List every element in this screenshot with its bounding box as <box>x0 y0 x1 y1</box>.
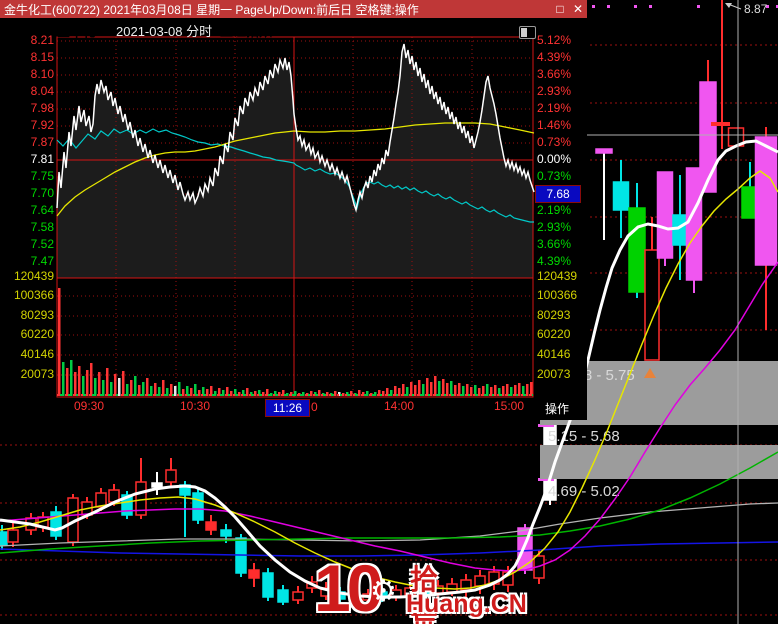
volume-axis-label: 120439 <box>13 269 54 283</box>
volume-axis-label-right: 40146 <box>537 347 571 361</box>
price-axis-label: 8.15 <box>30 50 54 64</box>
volume-axis-label: 20073 <box>20 367 54 381</box>
volume-axis-label: 60220 <box>20 327 54 341</box>
time-axis-label: 10:30 <box>180 399 211 413</box>
price-zone-label: 5.15 - 5.68 <box>548 428 620 445</box>
price-axis-label: 7.81 <box>30 152 54 166</box>
volume-axis-label: 100366 <box>13 288 54 302</box>
panel-toggle-icon[interactable] <box>519 26 536 39</box>
percent-axis-label: 3.66% <box>537 237 572 251</box>
price-axis-label: 7.92 <box>30 118 54 132</box>
volume-axis-label-right: 60220 <box>537 327 571 341</box>
price-axis-label: 7.52 <box>30 237 54 251</box>
volume-axis-label-right: 100366 <box>537 288 578 302</box>
overlay-index-label[interactable]: 上证指数 <box>220 21 272 40</box>
watermark-domain: Huang.CN <box>406 590 527 618</box>
volume-axis-label-right: 120439 <box>537 269 578 283</box>
volume-axis-label-right: 80293 <box>537 308 571 322</box>
percent-axis-label: 2.19% <box>537 203 572 217</box>
percent-axis-label: 0.73% <box>537 135 572 149</box>
volume-axis-label: 80293 <box>20 308 54 322</box>
percent-axis-label: 2.19% <box>537 101 572 115</box>
price-axis-label: 7.87 <box>30 135 54 149</box>
price-axis-label: 7.64 <box>30 203 54 217</box>
time-cursor-tag: 11:26 <box>265 399 310 417</box>
intraday-window: 金牛化工(600722) 2021年03月08日 星期一 PageUp/Down… <box>0 0 587 420</box>
time-axis-label: 15:00 <box>494 399 525 413</box>
close-button[interactable]: ✕ <box>569 2 587 16</box>
percent-axis-label: 4.39% <box>537 254 572 268</box>
price-axis-label: 8.04 <box>30 84 54 98</box>
price-axis-label: 8.21 <box>30 33 54 47</box>
volume-axis-label: 40146 <box>20 347 54 361</box>
percent-axis-label: 3.66% <box>537 67 572 81</box>
current-price-tag: 7.68 <box>535 185 581 203</box>
price-axis-label: 7.58 <box>30 220 54 234</box>
time-label-partial: 0 <box>311 400 318 414</box>
title-bar[interactable]: 金牛化工(600722) 2021年03月08日 星期一 PageUp/Down… <box>0 0 587 18</box>
price-axis-label: 7.75 <box>30 169 54 183</box>
chart-date-period: 2021-03-08 分时 <box>116 24 213 39</box>
intraday-chart <box>56 36 535 398</box>
percent-axis-label: 0.73% <box>537 169 572 183</box>
percent-axis-label: 2.93% <box>537 84 572 98</box>
day-high-label: 8.87 <box>744 2 768 16</box>
price-axis-label: 8.10 <box>30 67 54 81</box>
time-axis-label: 09:30 <box>74 399 105 413</box>
action-menu-label[interactable]: 操作 <box>545 400 569 417</box>
volume-axis-label-right: 20073 <box>537 367 571 381</box>
percent-axis-label: 2.93% <box>537 220 572 234</box>
percent-axis-label: 5.12% <box>537 33 572 47</box>
percent-axis-label: 4.39% <box>537 50 572 64</box>
price-axis-label: 7.98 <box>30 101 54 115</box>
window-title: 金牛化工(600722) 2021年03月08日 星期一 PageUp/Down… <box>4 2 419 17</box>
stock-name: 金牛化工 <box>57 24 110 39</box>
time-axis-label: 14:00 <box>384 399 415 413</box>
percent-axis-label: 0.00% <box>537 152 572 166</box>
price-axis-label: 7.70 <box>30 186 54 200</box>
price-axis-label: 7.47 <box>30 254 54 268</box>
maximize-button[interactable]: □ <box>551 2 569 16</box>
screen: 5.28 - 5.75 5.15 - 5.68 4.69 - 5.02 8.87 10… <box>0 0 778 624</box>
percent-axis-label: 1.46% <box>537 118 572 132</box>
gear-icon: ⚙ <box>370 575 397 608</box>
